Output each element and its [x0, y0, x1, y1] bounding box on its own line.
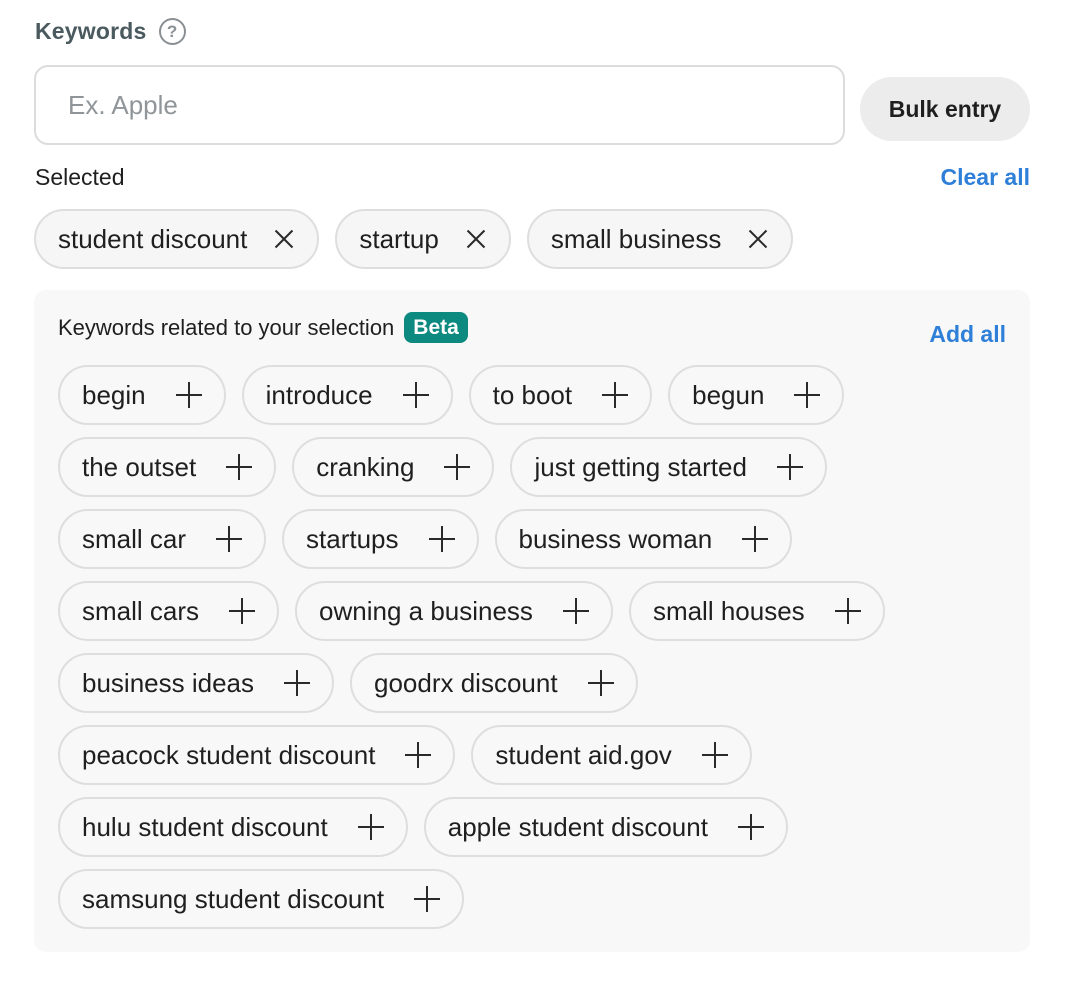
related-keyword-chip[interactable]: business woman — [494, 509, 793, 569]
related-keywords-panel: Keywords related to your selection Beta … — [34, 290, 1030, 952]
close-icon[interactable] — [465, 228, 487, 250]
chip-label: business woman — [518, 523, 713, 554]
chip-label: to boot — [492, 379, 573, 410]
related-chip-list: begin introduce to boot begun the outset cran… — [58, 365, 1008, 929]
related-keyword-chip[interactable]: small car — [58, 509, 267, 569]
chip-label: small houses — [652, 595, 805, 626]
chip-label: small car — [82, 523, 187, 554]
related-header: Keywords related to your selection Beta — [58, 312, 468, 343]
related-keyword-chip[interactable]: introduce — [241, 365, 453, 425]
selected-keyword-chip[interactable]: startup — [335, 209, 511, 269]
chip-label: owning a business — [319, 595, 533, 626]
plus-icon[interactable] — [742, 526, 769, 552]
selected-label: Selected — [35, 164, 125, 190]
chip-label: startups — [306, 523, 399, 554]
plus-icon[interactable] — [357, 814, 384, 840]
plus-icon[interactable] — [794, 382, 821, 408]
related-keyword-chip[interactable]: apple student discount — [423, 797, 788, 857]
plus-icon[interactable] — [428, 526, 455, 552]
plus-icon[interactable] — [216, 526, 243, 552]
bulk-entry-button[interactable]: Bulk entry — [860, 77, 1030, 141]
chip-label: begun — [692, 379, 765, 410]
keyword-input[interactable] — [34, 65, 845, 145]
chip-label: samsung student discount — [82, 883, 385, 914]
chip-label: small business — [550, 223, 722, 254]
plus-icon[interactable] — [226, 454, 253, 480]
clear-all-link[interactable]: Clear all — [941, 164, 1031, 191]
chip-label: business ideas — [82, 667, 254, 698]
plus-icon[interactable] — [834, 598, 861, 624]
chip-label: hulu student discount — [82, 811, 328, 842]
related-keyword-chip[interactable]: owning a business — [295, 581, 613, 641]
chip-label: the outset — [82, 451, 197, 482]
related-title: Keywords related to your selection — [58, 314, 395, 340]
add-all-link[interactable]: Add all — [929, 321, 1006, 348]
selected-keyword-chip[interactable]: small business — [526, 209, 794, 269]
related-keyword-chip[interactable]: small houses — [628, 581, 885, 641]
keywords-header: Keywords ? — [35, 18, 186, 45]
plus-icon[interactable] — [402, 382, 429, 408]
related-keyword-chip[interactable]: begun — [668, 365, 845, 425]
plus-icon[interactable] — [229, 598, 256, 624]
selected-keyword-chip[interactable]: student discount — [34, 209, 320, 269]
plus-icon[interactable] — [701, 742, 728, 768]
chip-label: apple student discount — [447, 811, 708, 842]
plus-icon[interactable] — [284, 670, 310, 696]
plus-icon[interactable] — [444, 454, 471, 480]
chip-label: begin — [82, 379, 146, 410]
chip-label: goodrx discount — [374, 667, 558, 698]
related-keyword-chip[interactable]: startups — [282, 509, 479, 569]
chip-label: just getting started — [534, 451, 747, 482]
plus-icon[interactable] — [405, 742, 432, 768]
chip-label: peacock student discount — [82, 739, 376, 770]
related-keyword-chip[interactable]: student aid.gov — [471, 725, 752, 785]
related-keyword-chip[interactable]: peacock student discount — [58, 725, 456, 785]
beta-badge: Beta — [404, 312, 468, 343]
plus-icon[interactable] — [737, 814, 764, 840]
close-icon[interactable] — [747, 228, 769, 250]
chip-label: cranking — [316, 451, 415, 482]
related-keyword-chip[interactable]: the outset — [58, 437, 277, 497]
related-keyword-chip[interactable]: cranking — [292, 437, 495, 497]
related-keyword-chip[interactable]: begin — [58, 365, 226, 425]
plus-icon[interactable] — [776, 454, 803, 480]
related-keyword-chip[interactable]: hulu student discount — [58, 797, 408, 857]
plus-icon[interactable] — [602, 382, 629, 408]
chip-label: student aid.gov — [495, 739, 672, 770]
plus-icon[interactable] — [414, 886, 441, 912]
keywords-panel: Keywords ? Bulk entry Selected Clear all… — [0, 0, 1068, 996]
help-icon[interactable]: ? — [158, 18, 186, 45]
related-keyword-chip[interactable]: samsung student discount — [58, 869, 465, 929]
chip-label: small cars — [82, 595, 200, 626]
related-keyword-chip[interactable]: just getting started — [510, 437, 827, 497]
chip-label: introduce — [265, 379, 373, 410]
chip-label: student discount — [58, 223, 248, 254]
selected-chip-list: student discount startup small business — [34, 209, 1034, 269]
plus-icon[interactable] — [175, 382, 202, 408]
related-keyword-chip[interactable]: small cars — [58, 581, 280, 641]
plus-icon[interactable] — [562, 598, 589, 624]
keywords-title: Keywords — [35, 18, 147, 44]
plus-icon[interactable] — [587, 670, 614, 696]
related-keyword-chip[interactable]: goodrx discount — [350, 653, 638, 713]
related-keyword-chip[interactable]: business ideas — [58, 653, 334, 713]
related-keyword-chip[interactable]: to boot — [468, 365, 653, 425]
chip-label: startup — [359, 223, 439, 254]
close-icon[interactable] — [273, 228, 295, 250]
